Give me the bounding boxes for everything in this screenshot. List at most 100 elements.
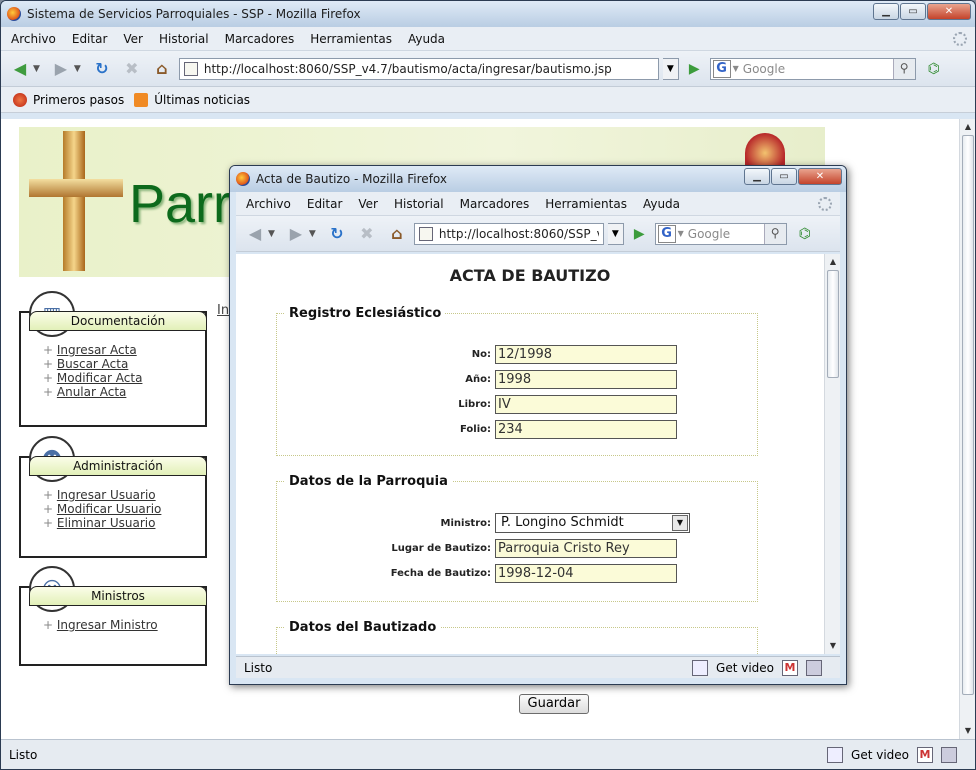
forward-history-dropdown[interactable]: ▼ (309, 229, 316, 239)
modificar-acta-link[interactable]: Modificar Acta (57, 371, 143, 385)
forward-arrow-icon[interactable]: ▶ (283, 221, 309, 247)
forward-history-dropdown[interactable]: ▼ (74, 64, 81, 74)
popup-browser-window: Acta de Bautizo - Mozilla Firefox ▁ ▭ ✕ … (229, 165, 847, 685)
no-field[interactable]: 12/1998 (495, 345, 677, 364)
cross-beam (29, 179, 123, 197)
search-magnifier-icon[interactable]: ⚲ (892, 58, 915, 79)
libro-field[interactable]: IV (495, 395, 677, 414)
menu-historial[interactable]: Historial (159, 32, 209, 46)
engine-dropdown-icon[interactable]: ▼ (733, 64, 739, 73)
engine-dropdown-icon[interactable]: ▼ (678, 229, 684, 238)
menu-archivo[interactable]: Archivo (11, 32, 56, 46)
reload-icon[interactable]: ↻ (324, 221, 350, 247)
greasemonkey-icon[interactable]: ⌬ (799, 226, 811, 242)
popup-close-button[interactable]: ✕ (798, 168, 842, 185)
popup-search-box[interactable]: G ▼ Google ⚲ (654, 222, 787, 245)
anio-field[interactable]: 1998 (495, 370, 677, 389)
popup-minimize-button[interactable]: ▁ (744, 168, 770, 185)
chevron-down-icon[interactable]: ▼ (672, 515, 688, 531)
scroll-up-arrow-icon[interactable]: ▲ (825, 254, 840, 270)
gmail-icon[interactable]: M (782, 659, 798, 676)
menu-marcadores[interactable]: Marcadores (460, 197, 530, 211)
menu-ayuda[interactable]: Ayuda (408, 32, 445, 46)
address-dropdown[interactable]: ▼ (607, 222, 624, 245)
scroll-thumb[interactable] (827, 270, 839, 378)
close-button[interactable]: ✕ (927, 3, 971, 20)
home-icon[interactable]: ⌂ (384, 221, 410, 247)
libro-label: Libro: (458, 399, 491, 410)
get-video-icon[interactable] (692, 659, 709, 676)
fecha-field[interactable]: 1998-12-04 (495, 564, 677, 583)
guardar-button[interactable]: Guardar (519, 694, 589, 714)
ministro-select[interactable]: P. Longino Schmidt ▼ (495, 513, 690, 533)
search-placeholder: Google (742, 61, 786, 76)
address-bar[interactable]: http://localhost:8060/SSP_v4.7/bautismo/… (178, 57, 659, 80)
home-icon[interactable]: ⌂ (149, 56, 175, 82)
disk-icon[interactable] (941, 746, 957, 763)
ingresar-ministro-link[interactable]: Ingresar Ministro (57, 618, 158, 632)
get-video-label[interactable]: Get video (851, 748, 909, 762)
back-arrow-icon[interactable]: ◀ (242, 221, 268, 247)
get-video-label[interactable]: Get video (716, 661, 774, 675)
go-arrow-icon[interactable]: ▶ (689, 61, 700, 77)
folio-label: Folio: (459, 424, 491, 435)
bookmark-primeros-pasos[interactable]: Primeros pasos (33, 93, 124, 107)
menu-editar[interactable]: Editar (72, 32, 108, 46)
menu-ver[interactable]: Ver (123, 32, 143, 46)
get-video-icon[interactable] (827, 746, 844, 763)
anular-acta-link[interactable]: Anular Acta (57, 385, 127, 399)
scroll-down-arrow-icon[interactable]: ▼ (825, 638, 840, 654)
popup-vertical-scrollbar[interactable]: ▲ ▼ (824, 254, 840, 654)
google-engine-icon[interactable]: G (657, 224, 676, 243)
address-dropdown[interactable]: ▼ (662, 57, 679, 80)
form-title: ACTA DE BAUTIZO (449, 266, 611, 285)
menu-ver[interactable]: Ver (358, 197, 378, 211)
menu-historial[interactable]: Historial (394, 197, 444, 211)
gmail-icon[interactable]: M (917, 746, 933, 763)
menu-marcadores[interactable]: Marcadores (225, 32, 295, 46)
panel-title: Documentación (29, 311, 207, 331)
ingresar-usuario-link[interactable]: Ingresar Usuario (57, 488, 156, 502)
ingresar-acta-link[interactable]: Ingresar Acta (57, 343, 137, 357)
buscar-acta-link[interactable]: Buscar Acta (57, 357, 128, 371)
address-url: http://localhost:8060/SSP_v4.7/bautismo/… (203, 61, 612, 76)
scroll-thumb[interactable] (962, 135, 974, 695)
scroll-up-arrow-icon[interactable]: ▲ (960, 119, 975, 135)
bookmark-ultimas-noticias[interactable]: Últimas noticias (154, 93, 250, 107)
back-arrow-icon[interactable]: ◀ (7, 56, 33, 82)
folio-field[interactable]: 234 (495, 420, 677, 439)
cross-image (63, 131, 85, 271)
back-history-dropdown[interactable]: ▼ (268, 229, 275, 239)
search-box[interactable]: G ▼ Google ⚲ (709, 57, 916, 80)
main-navigation-toolbar: ◀ ▼ ▶ ▼ ↻ ✖ ⌂ http://localhost:8060/SSP_… (1, 51, 975, 87)
firefox-bookmark-icon (13, 92, 27, 107)
stop-icon[interactable]: ✖ (354, 221, 380, 247)
search-magnifier-icon[interactable]: ⚲ (763, 223, 786, 244)
maximize-button[interactable]: ▭ (900, 3, 926, 20)
google-engine-icon[interactable]: G (712, 59, 731, 78)
forward-arrow-icon[interactable]: ▶ (48, 56, 74, 82)
back-history-dropdown[interactable]: ▼ (33, 64, 40, 74)
minimize-button[interactable]: ▁ (873, 3, 899, 20)
disk-icon[interactable] (806, 659, 822, 676)
menu-herramientas[interactable]: Herramientas (545, 197, 627, 211)
menu-ayuda[interactable]: Ayuda (643, 197, 680, 211)
lugar-field[interactable]: Parroquia Cristo Rey (495, 539, 677, 558)
stop-icon[interactable]: ✖ (119, 56, 145, 82)
modificar-usuario-link[interactable]: Modificar Usuario (57, 502, 162, 516)
menu-archivo[interactable]: Archivo (246, 197, 291, 211)
list-item: Modificar Usuario (43, 502, 162, 516)
menu-herramientas[interactable]: Herramientas (310, 32, 392, 46)
anio-label: Año: (465, 374, 491, 385)
eliminar-usuario-link[interactable]: Eliminar Usuario (57, 516, 156, 530)
reload-icon[interactable]: ↻ (89, 56, 115, 82)
main-vertical-scrollbar[interactable]: ▲ ▼ (959, 119, 975, 739)
menu-editar[interactable]: Editar (307, 197, 343, 211)
popup-maximize-button[interactable]: ▭ (771, 168, 797, 185)
status-text: Listo (9, 747, 38, 762)
go-arrow-icon[interactable]: ▶ (634, 226, 645, 242)
popup-address-bar[interactable]: http://localhost:8060/SSP_v4.5 (413, 222, 604, 245)
scroll-down-arrow-icon[interactable]: ▼ (960, 723, 975, 739)
greasemonkey-icon[interactable]: ⌬ (928, 61, 940, 77)
partial-link[interactable]: In (217, 303, 229, 318)
